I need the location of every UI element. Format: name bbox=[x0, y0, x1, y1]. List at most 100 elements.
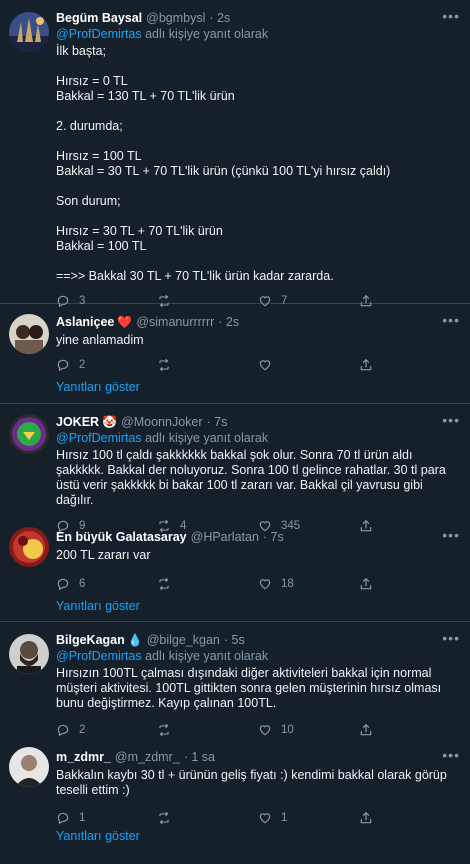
retweet-button[interactable] bbox=[157, 811, 258, 825]
author-name[interactable]: Begüm Baysal bbox=[56, 10, 142, 26]
author-name[interactable]: m_zdmr_ bbox=[56, 749, 111, 765]
reply-thread: Begüm Baysal @bgmbysl · 2s ••• @ProfDemi… bbox=[0, 0, 470, 864]
tweet-text: Hırsız 100 tl çaldı şakkkkkk bakkal şok … bbox=[56, 448, 450, 507]
mention-link[interactable]: @ProfDemirtas bbox=[56, 649, 142, 663]
retweet-icon bbox=[159, 723, 169, 737]
tweet[interactable]: JOKER 🤡 @MoonnJoker · 7s ••• @ProfDemirt… bbox=[0, 404, 470, 533]
tweet-text: Bakkalın kaybı 30 tl + ürünün geliş fiya… bbox=[56, 768, 451, 797]
retweet-icon bbox=[159, 811, 169, 825]
share-icon bbox=[360, 811, 372, 824]
tweet[interactable]: En büyük Galatasaray @HParlatan · 7s •••… bbox=[0, 519, 470, 591]
show-replies-link[interactable]: Yanıtları göster bbox=[0, 591, 470, 621]
reply-icon bbox=[57, 359, 69, 372]
replying-to: @ProfDemirtas adlı kişiye yanıt olarak bbox=[56, 649, 460, 663]
author-handle[interactable]: @m_zdmr_ bbox=[115, 749, 180, 765]
tweet-text: 200 TL zararı var bbox=[56, 548, 151, 562]
share-button[interactable] bbox=[359, 577, 460, 591]
retweet-icon bbox=[159, 577, 169, 591]
like-button[interactable]: 10 bbox=[258, 723, 359, 737]
reply-button[interactable]: 2 bbox=[56, 358, 157, 372]
timestamp[interactable]: · 1 sa bbox=[184, 749, 215, 765]
reply-icon bbox=[57, 578, 69, 591]
avatar[interactable] bbox=[9, 414, 49, 454]
tweet-text: Hırsızın 100TL çalması dışındaki diğer a… bbox=[56, 666, 445, 710]
reply-button[interactable]: 6 bbox=[56, 577, 157, 591]
like-button[interactable]: 18 bbox=[258, 577, 359, 591]
tweet[interactable]: BilgeKagan 💧 @bilge_kgan · 5s ••• @ProfD… bbox=[0, 622, 470, 739]
retweet-button[interactable] bbox=[157, 577, 258, 591]
clown-emoji: 🤡 bbox=[102, 415, 118, 429]
more-icon[interactable]: ••• bbox=[442, 413, 460, 427]
retweet-button[interactable] bbox=[157, 723, 258, 737]
timestamp[interactable]: · 2s bbox=[218, 314, 239, 330]
author-name[interactable]: JOKER bbox=[56, 414, 99, 430]
tweet-actions: 1 1 bbox=[56, 807, 460, 829]
reply-button[interactable]: 2 bbox=[56, 723, 157, 737]
avatar[interactable] bbox=[9, 634, 49, 674]
like-count: 10 bbox=[281, 724, 294, 736]
mention-link[interactable]: @ProfDemirtas bbox=[56, 27, 142, 41]
avatar[interactable] bbox=[9, 747, 49, 787]
like-count: 18 bbox=[281, 578, 294, 590]
author-handle[interactable]: @MoonnJoker bbox=[121, 414, 202, 430]
reply-button[interactable]: 1 bbox=[56, 811, 157, 825]
retweet-button[interactable] bbox=[157, 358, 258, 372]
more-icon[interactable]: ••• bbox=[442, 528, 460, 542]
replying-label: adlı kişiye yanıt olarak bbox=[145, 431, 269, 445]
heart-emoji: ❤️ bbox=[117, 315, 133, 329]
timestamp[interactable]: · 7s bbox=[263, 529, 284, 545]
avatar[interactable] bbox=[9, 314, 49, 354]
share-icon bbox=[360, 723, 372, 736]
like-button[interactable]: 1 bbox=[258, 811, 359, 825]
replying-label: adlı kişiye yanıt olarak bbox=[145, 649, 269, 663]
share-button[interactable] bbox=[359, 358, 460, 372]
author-handle[interactable]: @bilge_kgan bbox=[147, 632, 220, 648]
tweet[interactable]: m_zdmr_ @m_zdmr_ · 1 sa ••• Bakkalın kay… bbox=[0, 739, 470, 825]
tweet-actions: 2 10 bbox=[56, 719, 460, 741]
reply-count: 2 bbox=[79, 724, 86, 736]
like-icon bbox=[259, 725, 271, 736]
like-button[interactable] bbox=[258, 358, 359, 372]
share-icon bbox=[360, 577, 372, 590]
more-icon[interactable]: ••• bbox=[442, 9, 460, 23]
share-button[interactable] bbox=[359, 723, 460, 737]
author-name[interactable]: BilgeKagan bbox=[56, 632, 125, 648]
author-name[interactable]: Aslaniçee bbox=[56, 314, 114, 330]
replying-to: @ProfDemirtas adlı kişiye yanıt olarak bbox=[56, 27, 460, 41]
timestamp[interactable]: · 2s bbox=[209, 10, 230, 26]
author-handle[interactable]: @bgmbysl bbox=[146, 10, 205, 26]
author-name[interactable]: En büyük Galatasaray bbox=[56, 529, 187, 545]
replying-label: adlı kişiye yanıt olarak bbox=[145, 27, 269, 41]
more-icon[interactable]: ••• bbox=[442, 631, 460, 645]
like-icon bbox=[259, 813, 271, 824]
mention-link[interactable]: @ProfDemirtas bbox=[56, 431, 142, 445]
tweet[interactable]: Aslaniçee ❤️ @simanurrrrrr · 2s ••• yine… bbox=[0, 304, 470, 372]
avatar[interactable] bbox=[9, 12, 49, 52]
more-icon[interactable]: ••• bbox=[442, 748, 460, 762]
retweet-icon bbox=[159, 358, 169, 372]
droplet-emoji: 💧 bbox=[127, 633, 143, 647]
show-replies-link[interactable]: Yanıtları göster bbox=[0, 372, 470, 403]
tweet[interactable]: Begüm Baysal @bgmbysl · 2s ••• @ProfDemi… bbox=[0, 0, 470, 308]
like-count: 1 bbox=[281, 812, 288, 824]
tweet-text: yine anlamadim bbox=[56, 333, 144, 347]
author-handle[interactable]: @simanurrrrrr bbox=[136, 314, 214, 330]
reply-count: 6 bbox=[79, 578, 86, 590]
reply-icon bbox=[57, 812, 69, 825]
like-icon bbox=[259, 579, 271, 590]
timestamp[interactable]: · 5s bbox=[224, 632, 245, 648]
avatar[interactable] bbox=[9, 527, 49, 567]
tweet-actions: 2 bbox=[56, 354, 460, 376]
reply-icon bbox=[57, 724, 69, 737]
reply-count: 2 bbox=[79, 359, 86, 371]
like-icon bbox=[259, 360, 271, 371]
share-icon bbox=[360, 358, 372, 371]
author-handle[interactable]: @HParlatan bbox=[191, 529, 259, 545]
replying-to: @ProfDemirtas adlı kişiye yanıt olarak bbox=[56, 431, 460, 445]
tweet-text: İlk başta; Hırsız = 0 TL Bakkal = 130 TL… bbox=[56, 44, 391, 283]
more-icon[interactable]: ••• bbox=[442, 313, 460, 327]
reply-count: 1 bbox=[79, 812, 86, 824]
tweet-actions: 6 18 bbox=[56, 573, 460, 595]
share-button[interactable] bbox=[359, 811, 460, 825]
timestamp[interactable]: · 7s bbox=[207, 414, 228, 430]
